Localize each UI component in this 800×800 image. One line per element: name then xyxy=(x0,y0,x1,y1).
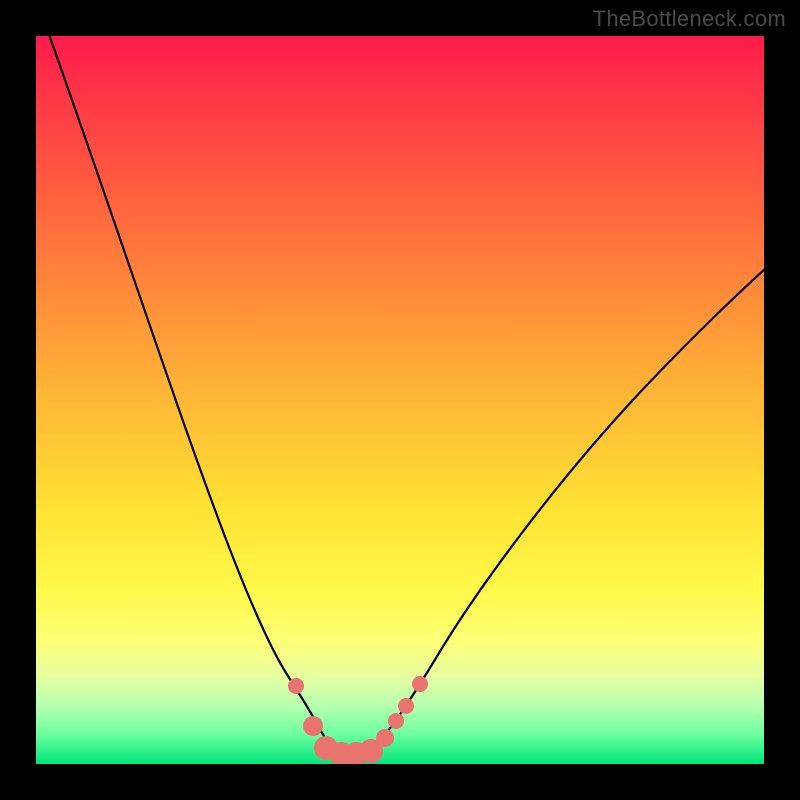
watermark-text: TheBottleneck.com xyxy=(593,6,786,32)
chart-area xyxy=(36,36,764,764)
marker-dot xyxy=(288,678,304,694)
marker-dot xyxy=(303,716,323,736)
marker-dot xyxy=(398,698,414,714)
marker-dot xyxy=(412,676,428,692)
bottleneck-curve xyxy=(46,36,764,754)
marker-dot xyxy=(388,713,404,729)
curve-markers xyxy=(288,676,428,764)
marker-dot xyxy=(376,729,394,747)
curve-layer xyxy=(36,36,764,764)
